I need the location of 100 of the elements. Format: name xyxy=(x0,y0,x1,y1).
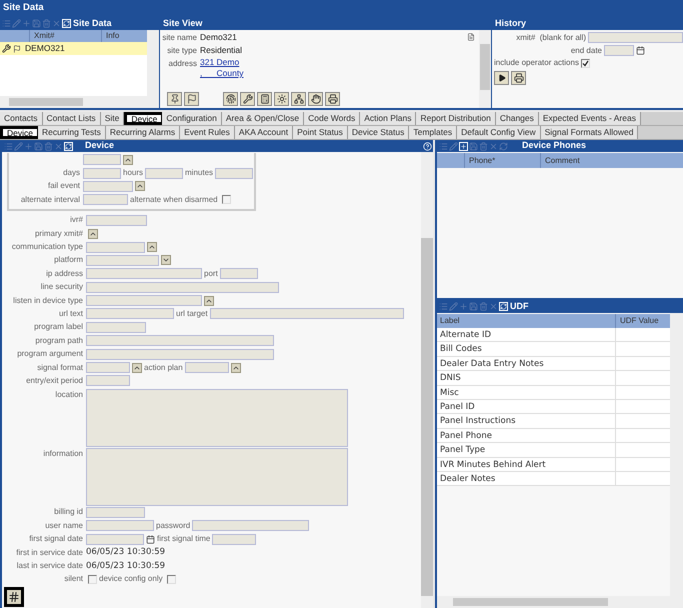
spin-button[interactable] xyxy=(132,362,142,373)
tab[interactable]: Recurring Alarms xyxy=(106,126,180,139)
checkbox[interactable] xyxy=(166,574,176,584)
spin-button[interactable] xyxy=(230,362,241,373)
flag-icon[interactable] xyxy=(13,44,21,52)
pencil-icon[interactable] xyxy=(14,142,23,150)
input-field[interactable] xyxy=(86,362,130,374)
input-field[interactable] xyxy=(86,268,202,280)
input-field[interactable] xyxy=(86,375,130,386)
toolbar-button[interactable] xyxy=(291,92,306,106)
spin-button[interactable] xyxy=(204,296,214,306)
toolbar-button[interactable] xyxy=(308,92,323,106)
tab[interactable]: Action Plans xyxy=(360,112,416,125)
trash-icon[interactable] xyxy=(479,302,488,311)
toolbar-button[interactable] xyxy=(184,92,199,106)
input-field[interactable] xyxy=(212,534,256,545)
list-icon[interactable] xyxy=(2,19,11,28)
tab[interactable]: Device xyxy=(124,112,162,125)
refresh-icon[interactable] xyxy=(64,142,73,150)
input-field[interactable] xyxy=(192,520,310,532)
input-field[interactable] xyxy=(86,520,154,532)
input-field[interactable] xyxy=(86,308,174,320)
input-field[interactable] xyxy=(83,168,121,179)
save-icon[interactable] xyxy=(32,19,41,28)
vertical-scrollbar[interactable] xyxy=(479,30,491,108)
tab[interactable]: Default Config View xyxy=(457,126,541,139)
input-field[interactable] xyxy=(86,254,159,266)
input-field[interactable] xyxy=(86,242,145,253)
calendar-icon[interactable] xyxy=(146,534,155,544)
input-field[interactable] xyxy=(86,506,145,518)
input-field[interactable] xyxy=(83,194,128,206)
trash-icon[interactable] xyxy=(44,142,53,150)
trash-icon[interactable] xyxy=(42,19,51,28)
list-icon[interactable] xyxy=(4,142,13,150)
tab[interactable]: Device xyxy=(0,126,38,139)
address-link[interactable]: , County xyxy=(200,68,244,79)
input-field[interactable] xyxy=(220,268,258,280)
tab[interactable]: Contact Lists xyxy=(42,112,101,125)
hash-button[interactable] xyxy=(4,587,24,607)
toolbar-button[interactable] xyxy=(257,92,272,106)
tab[interactable]: Area & Open/Close xyxy=(222,112,304,125)
address-link[interactable]: 321 Demo xyxy=(200,57,244,68)
tab[interactable]: Code Words xyxy=(304,112,360,125)
refresh-icon[interactable] xyxy=(499,302,508,311)
pencil-icon[interactable] xyxy=(12,19,21,28)
input-field[interactable] xyxy=(86,534,144,545)
tab[interactable]: AKA Account xyxy=(234,126,294,139)
input-field[interactable] xyxy=(210,308,404,320)
input-field[interactable] xyxy=(86,335,274,346)
pencil-icon[interactable] xyxy=(449,302,458,311)
toolbar-button[interactable] xyxy=(223,92,238,106)
toolbar-button[interactable] xyxy=(167,92,182,106)
tab[interactable]: Changes xyxy=(496,112,539,125)
refresh-icon[interactable] xyxy=(62,19,71,28)
horizontal-scrollbar[interactable] xyxy=(437,596,670,608)
toolbar-button[interactable] xyxy=(325,92,340,106)
list-icon[interactable] xyxy=(439,142,448,150)
vertical-scrollbar[interactable] xyxy=(421,152,433,608)
tab[interactable]: Device Status xyxy=(348,126,410,139)
toolbar-button[interactable] xyxy=(240,92,255,106)
tab[interactable]: Point Status xyxy=(293,126,348,139)
vertical-scrollbar[interactable] xyxy=(670,313,683,608)
save-icon[interactable] xyxy=(34,142,43,150)
plus-icon[interactable] xyxy=(459,142,468,150)
wrench-icon[interactable] xyxy=(2,44,11,53)
tab[interactable]: Site xyxy=(100,112,124,125)
checkbox[interactable] xyxy=(580,58,590,68)
text-area[interactable] xyxy=(86,448,348,506)
note-icon[interactable] xyxy=(467,33,475,41)
tab[interactable]: Event Rules xyxy=(180,126,235,139)
input-field[interactable] xyxy=(604,45,634,56)
input-field[interactable] xyxy=(86,295,202,306)
trash-icon[interactable] xyxy=(479,142,488,150)
tab[interactable]: Expected Events - Areas xyxy=(538,112,641,125)
input-field[interactable] xyxy=(86,322,146,333)
input-field[interactable] xyxy=(86,348,274,360)
input-field[interactable] xyxy=(86,282,279,293)
help-icon[interactable] xyxy=(423,142,432,150)
tab[interactable]: Report Distribution xyxy=(416,112,496,125)
calendar-icon[interactable] xyxy=(636,46,645,55)
input-field[interactable] xyxy=(145,168,184,179)
checkbox[interactable] xyxy=(88,574,97,584)
tab[interactable]: Configuration xyxy=(162,112,222,125)
spin-button[interactable] xyxy=(147,242,157,252)
tab[interactable]: Recurring Tests xyxy=(38,126,106,139)
spin-button[interactable] xyxy=(88,228,98,239)
spin-button[interactable] xyxy=(135,181,145,192)
input-field[interactable] xyxy=(83,154,121,166)
input-field[interactable] xyxy=(588,32,683,43)
spin-button[interactable] xyxy=(123,154,133,165)
toolbar-button[interactable] xyxy=(274,92,289,106)
input-field[interactable] xyxy=(215,168,254,179)
input-field[interactable] xyxy=(184,362,229,374)
horizontal-scrollbar[interactable] xyxy=(0,96,147,108)
input-field[interactable] xyxy=(86,214,147,226)
list-icon[interactable] xyxy=(439,302,448,311)
text-area[interactable] xyxy=(86,388,348,447)
vertical-scrollbar[interactable] xyxy=(147,30,159,108)
save-icon[interactable] xyxy=(469,302,478,311)
checkbox[interactable] xyxy=(222,195,231,204)
